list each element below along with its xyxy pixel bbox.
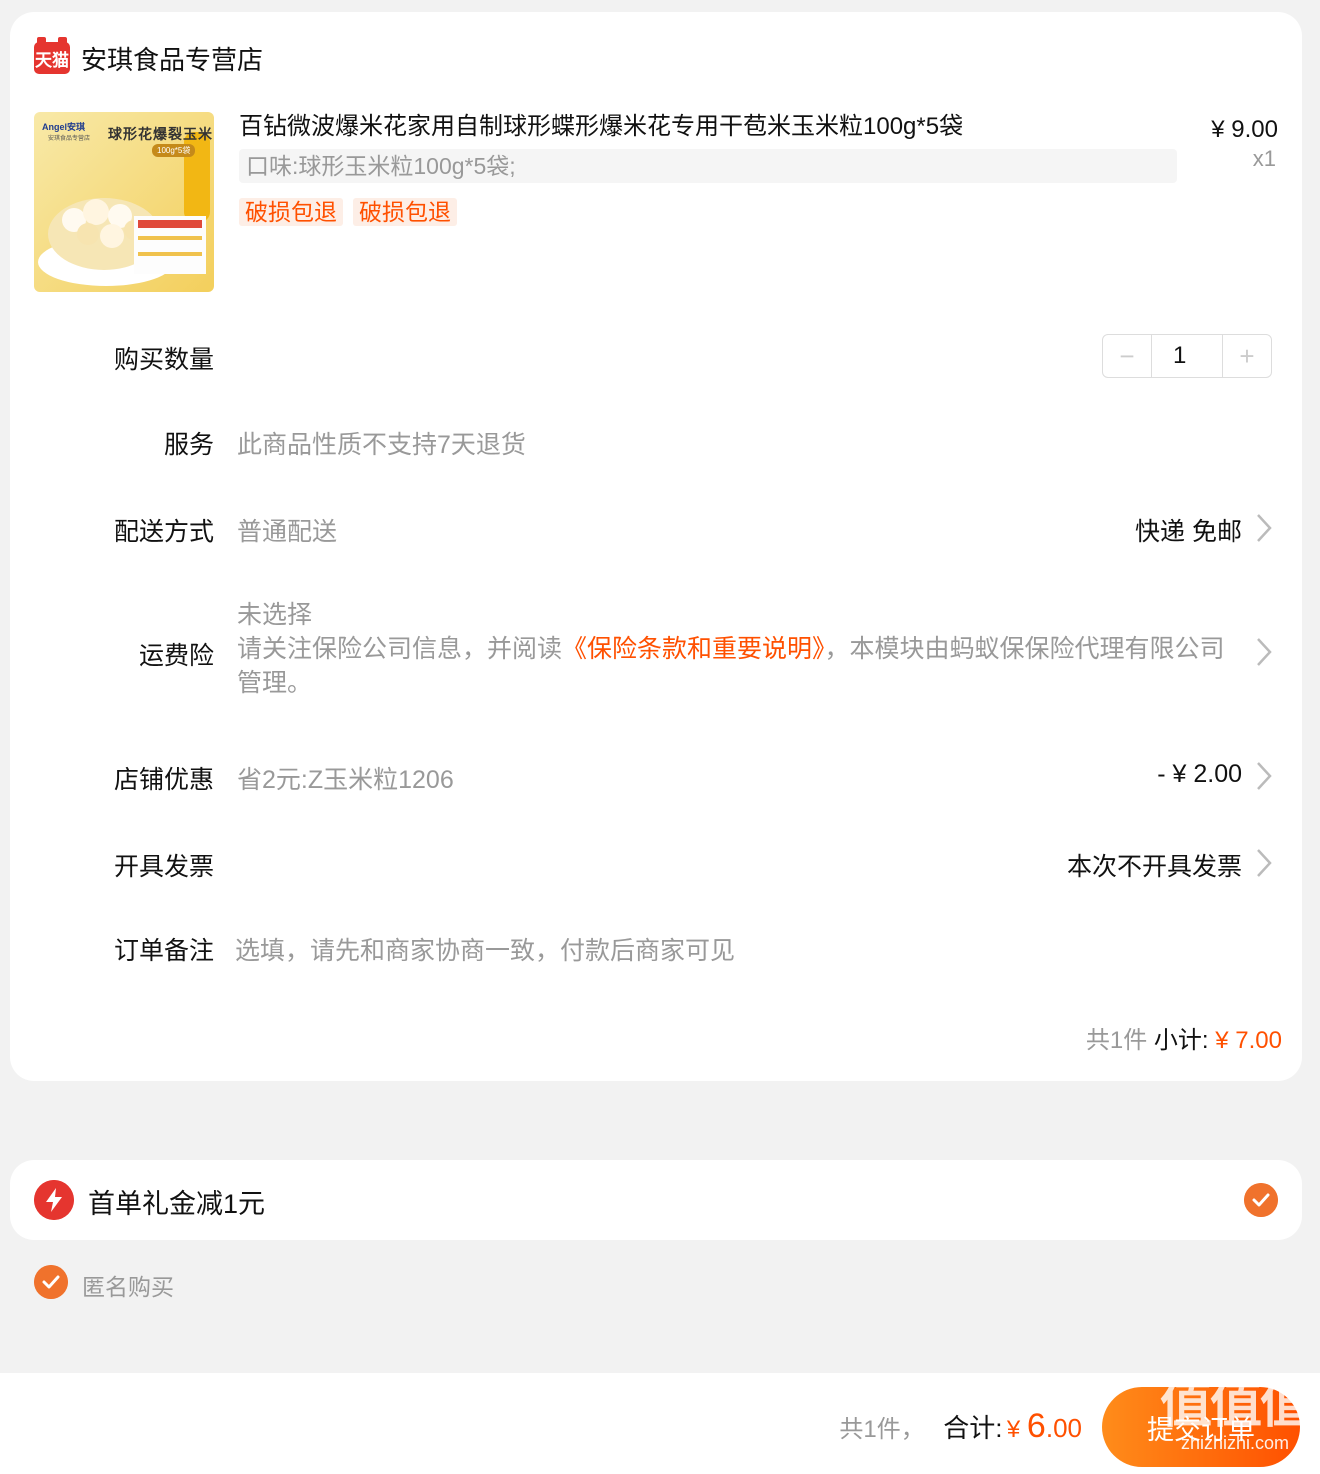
subtotal-count: 共1件 [1085, 1027, 1148, 1054]
shipping-insurance-info: 未选择 请关注保险公司信息，并阅读《保险条款和重要说明》，本模块由蚂蚁保保险代理… [237, 598, 1237, 700]
product-sku[interactable]: 口味:球形玉米粒100g*5袋; [239, 149, 1177, 183]
delivery-row[interactable]: 配送方式 普通配送 快递 免邮 [10, 492, 1302, 564]
service-value: 此商品性质不支持7天退货 [237, 431, 526, 459]
checkout-bar: 共1件， 合计: ¥ 6.00 提交订单 值值值 zhizhizhi.com [0, 1373, 1320, 1474]
lightning-icon [34, 1180, 74, 1220]
watermark: 值值值 zhizhizhi.com [1159, 1376, 1312, 1454]
store-discount-value: 省2元:Z玉米粒1206 [237, 766, 454, 794]
product-title[interactable]: 百钻微波爆米花家用自制球形蝶形爆米花专用干苞米玉米粒100g*5袋 [239, 112, 1059, 142]
product-image[interactable]: Angel安琪 安琪食品专营店 球形花爆裂玉米 100g*5袋 [34, 112, 214, 292]
image-spec: 100g*5袋 [152, 144, 196, 157]
anonymous-purchase-label[interactable]: 匿名购买 [82, 1268, 174, 1302]
shipping-insurance-label: 运费险 [138, 642, 214, 670]
total-label: 合计: [943, 1413, 1003, 1443]
subtotal-amount: ¥ 7.00 [1215, 1027, 1282, 1054]
damage-refund-tag: 破损包退 [239, 198, 343, 226]
minus-button[interactable]: − [1103, 335, 1151, 377]
order-note-input[interactable]: 选填，请先和商家协商一致，付款后商家可见 [235, 931, 735, 967]
shipping-insurance-status: 未选择 [237, 601, 313, 629]
total-count: 共1件， [839, 1416, 925, 1443]
damage-refund-tag: 破损包退 [353, 198, 457, 226]
plus-button[interactable]: + [1223, 335, 1271, 377]
shop-name[interactable]: 安琪食品专营店 [81, 40, 263, 77]
product-price: ¥ 9.00 [1211, 116, 1278, 143]
delivery-value: 普通配送 [237, 518, 338, 546]
watermark-logo: 值值值 [1159, 1376, 1312, 1434]
quantity-input[interactable]: 1 [1151, 335, 1223, 377]
image-brand-sub: 安琪食品专营店 [48, 136, 91, 142]
total-amount-dec: .00 [1045, 1413, 1082, 1443]
gift-text: 首单礼金减1元 [88, 1189, 266, 1219]
first-order-gift-row[interactable]: 首单礼金减1元 [10, 1160, 1302, 1240]
tmall-logo: 天猫 [34, 37, 70, 74]
invoice-label: 开具发票 [113, 853, 214, 881]
anonymous-checkbox-icon[interactable] [34, 1265, 68, 1299]
order-total: 共1件， 合计: ¥ 6.00 [839, 1407, 1082, 1446]
insurance-terms-link[interactable]: 《保险条款和重要说明》 [562, 635, 825, 663]
image-brand: Angel安琪 [42, 122, 86, 132]
service-label: 服务 [163, 431, 214, 459]
chevron-right-icon [1257, 638, 1272, 666]
store-discount-row[interactable]: 店铺优惠 省2元:Z玉米粒1206 - ¥ 2.00 [10, 740, 1302, 810]
quantity-label: 购买数量 [113, 346, 214, 374]
delivery-method: 快递 免邮 [1135, 518, 1242, 546]
shop-header[interactable]: 天猫 安琪食品专营店 [34, 37, 263, 77]
order-note-label: 订单备注 [113, 937, 214, 965]
invoice-row[interactable]: 开具发票 本次不开具发票 [10, 827, 1302, 897]
invoice-value: 本次不开具发票 [1066, 853, 1242, 881]
quantity-stepper: − 1 + [1102, 334, 1272, 378]
chevron-right-icon [1257, 762, 1272, 790]
total-currency: ¥ [1006, 1416, 1027, 1443]
store-discount-label: 店铺优惠 [113, 766, 214, 794]
product-quantity-mark: x1 [1252, 146, 1276, 171]
total-amount-int: 6 [1026, 1407, 1046, 1445]
product-tags: 破损包退 破损包退 [239, 198, 457, 226]
chevron-right-icon [1257, 514, 1272, 542]
watermark-url: zhizhizhi.com [1180, 1433, 1290, 1453]
store-discount-amount: - ¥ 2.00 [1157, 760, 1242, 788]
chevron-right-icon [1257, 849, 1272, 877]
order-card: 天猫 安琪食品专营店 Angel安琪 安琪食品专营店 球形花爆裂玉米 100g*… [10, 12, 1302, 1081]
checkmark-icon[interactable] [1244, 1183, 1278, 1217]
insurance-text-before: 请关注保险公司信息，并阅读 [237, 635, 563, 663]
delivery-label: 配送方式 [113, 518, 214, 546]
image-headline: 球形花爆裂玉米 [108, 126, 213, 142]
subtotal: 共1件 小计: ¥ 7.00 [1086, 1020, 1282, 1055]
subtotal-label: 小计: [1153, 1027, 1209, 1054]
